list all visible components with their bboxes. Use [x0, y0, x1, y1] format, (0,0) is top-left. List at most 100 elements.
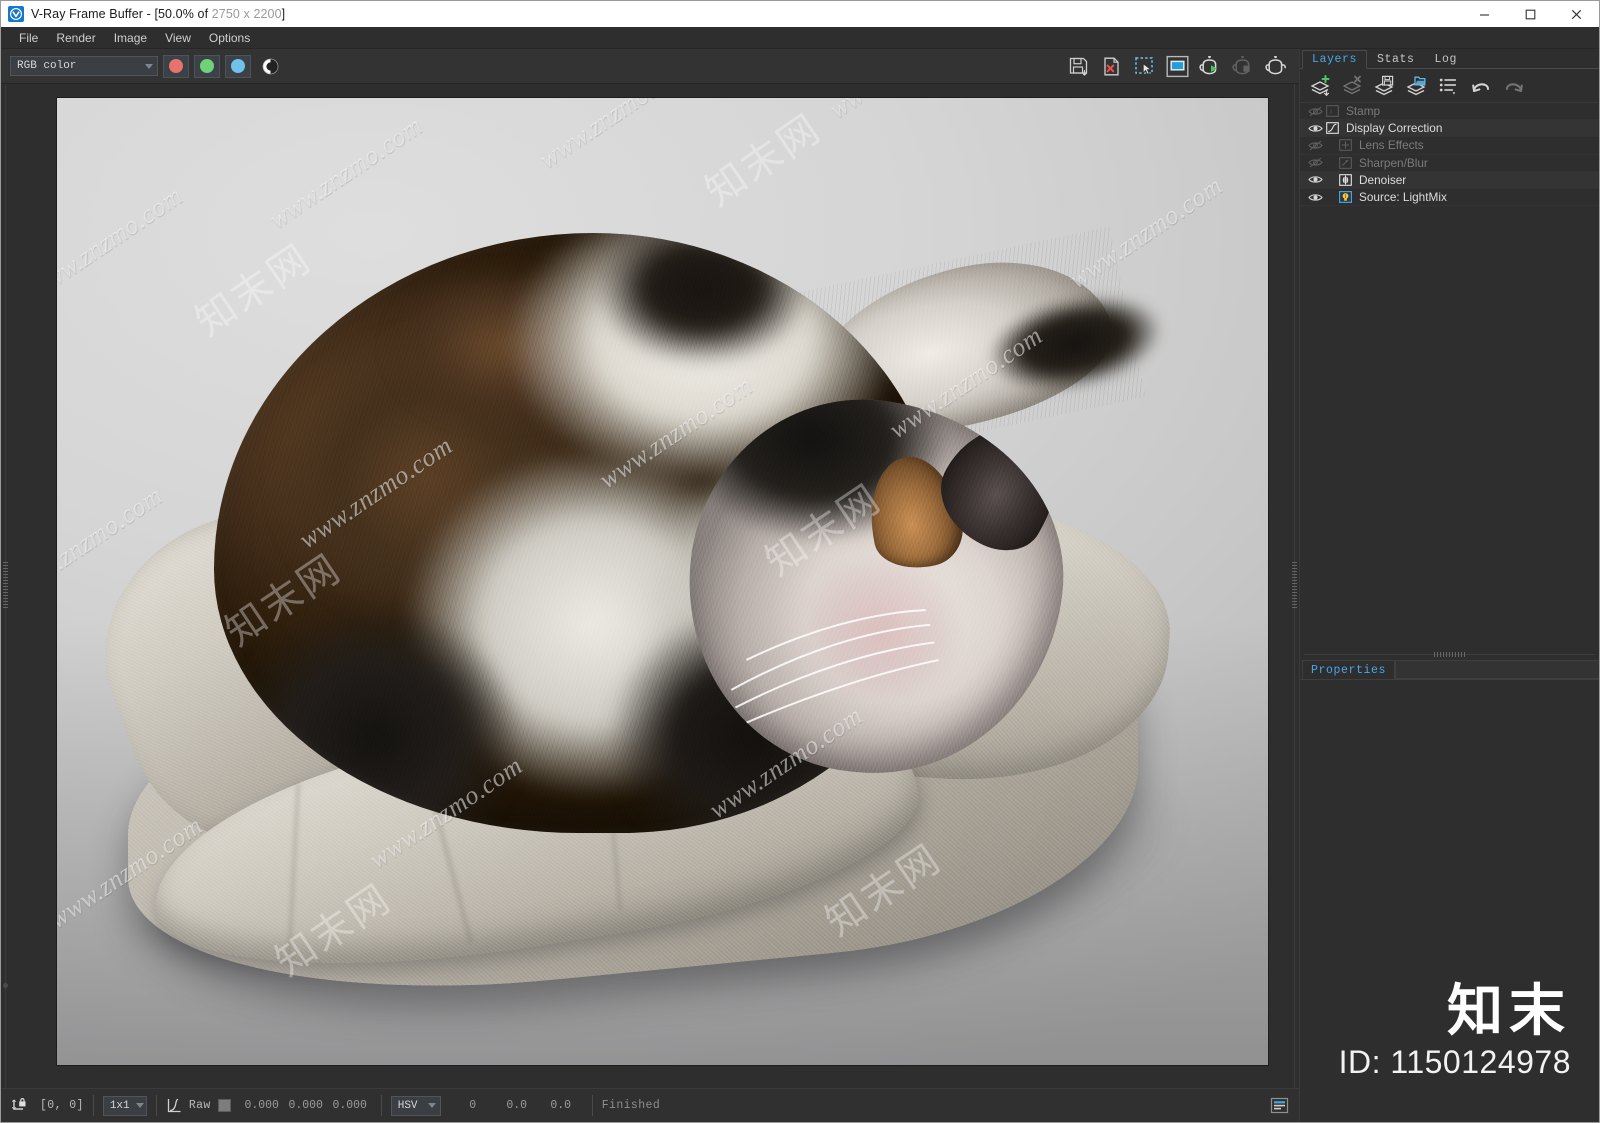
layer-delete-icon [1342, 75, 1361, 94]
color-value-r: 0.000 [244, 1099, 279, 1112]
delete-layer-button[interactable] [1338, 72, 1368, 99]
visibility-toggle-off-icon[interactable] [1305, 140, 1325, 151]
window-title-suffix: ] [281, 7, 286, 21]
green-channel-button[interactable] [194, 54, 220, 78]
svg-text:i: i [1330, 107, 1332, 116]
red-channel-button[interactable] [163, 54, 189, 78]
panel-horizontal-splitter[interactable] [1300, 648, 1599, 661]
layer-lens-effects[interactable]: Lens Effects [1300, 137, 1599, 155]
tab-stats[interactable]: Stats [1367, 50, 1425, 68]
sample-size-value: 1x1 [109, 1099, 130, 1112]
layer-display-correction[interactable]: Display Correction [1300, 120, 1599, 138]
rendered-image[interactable]: www.znzmo.com www.znzmo.com www.znzmo.co… [57, 98, 1268, 1065]
properties-tab-filler [1395, 660, 1599, 680]
sample-size-select[interactable]: 1x1 [102, 1095, 147, 1116]
left-splitter[interactable] [1, 84, 10, 1088]
layer-denoiser[interactable]: Denoiser [1300, 171, 1599, 189]
undo-arrow-icon [1471, 82, 1489, 92]
title-bar: V-Ray Frame Buffer - [50.0% of 2750 x 22… [1, 1, 1599, 27]
render-viewport[interactable]: www.znzmo.com www.znzmo.com www.znzmo.co… [10, 84, 1290, 1088]
cursor-coordinates: [0, 0] [40, 1099, 84, 1112]
hsv-value-s: 0.0 [506, 1099, 528, 1112]
picked-color-swatch[interactable] [217, 1099, 231, 1112]
properties-tabs: Properties [1300, 660, 1599, 680]
splitter-grip[interactable] [1433, 651, 1466, 657]
color-space-value: HSV [397, 1099, 418, 1112]
fur-texture [670, 382, 1081, 792]
right-splitter[interactable] [1290, 84, 1299, 1088]
left-splitter-grip[interactable] [3, 562, 8, 610]
tab-layers[interactable]: Layers [1302, 50, 1368, 69]
status-divider [591, 1095, 593, 1116]
menu-image[interactable]: Image [105, 29, 156, 47]
denoiser-icon [1338, 173, 1353, 186]
stop-render-button[interactable] [1228, 52, 1258, 80]
right-splitter-grip[interactable] [1292, 562, 1297, 610]
close-button[interactable] [1553, 1, 1599, 27]
menu-options[interactable]: Options [200, 29, 259, 47]
menu-view[interactable]: View [156, 29, 200, 47]
status-divider [380, 1095, 382, 1116]
layer-sharpen-blur[interactable]: Sharpen/Blur [1300, 155, 1599, 172]
visibility-toggle-on-icon[interactable] [1305, 174, 1325, 185]
render-region-button[interactable] [1162, 52, 1192, 80]
add-layer-button[interactable] [1306, 72, 1336, 99]
minimize-button[interactable] [1461, 1, 1507, 27]
save-image-button[interactable] [1063, 52, 1093, 80]
clear-image-button[interactable] [1096, 52, 1126, 80]
layer-list-empty-space[interactable] [1300, 206, 1599, 649]
tab-log[interactable]: Log [1425, 50, 1468, 68]
visibility-toggle-on-icon[interactable] [1305, 192, 1325, 203]
right-panel: Layers Stats Log i Stamp Display Correct… [1299, 49, 1599, 1122]
teapot-stop-icon [1232, 55, 1250, 74]
visibility-toggle-off-icon[interactable] [1305, 106, 1325, 117]
marquee-select-icon [1134, 56, 1153, 75]
layer-add-icon [1310, 74, 1329, 96]
menu-file[interactable]: File [10, 29, 47, 47]
cat-subject [214, 226, 1171, 833]
layer-source-lightmix[interactable]: Source: LightMix [1300, 189, 1599, 207]
render-region-icon [1166, 55, 1189, 77]
window-title-zoom: [50.0% of [154, 7, 212, 21]
clear-image-icon [1103, 57, 1119, 75]
monochrome-toggle-icon [262, 58, 278, 74]
menu-render[interactable]: Render [47, 29, 104, 47]
chevron-down-icon [145, 63, 153, 69]
save-icon [1069, 57, 1087, 76]
monochrome-toggle-button[interactable] [259, 55, 281, 78]
render-status-message: Finished [601, 1099, 661, 1112]
window-title: V-Ray Frame Buffer - [50.0% of 2750 x 22… [31, 7, 285, 21]
curve-icon [1325, 122, 1340, 135]
layer-name: Denoiser [1359, 172, 1407, 187]
pixel-lock-icon[interactable] [11, 1097, 28, 1114]
layer-stamp[interactable]: i Stamp [1300, 103, 1599, 121]
undo-button[interactable] [1466, 72, 1496, 99]
hsv-value-h: 0 [469, 1099, 477, 1112]
redo-button[interactable] [1498, 72, 1528, 99]
left-splitter-knob[interactable] [3, 983, 8, 988]
render-last-button[interactable] [1261, 52, 1291, 80]
visibility-toggle-off-icon[interactable] [1305, 157, 1325, 168]
properties-body[interactable] [1300, 679, 1599, 1122]
region-select-button[interactable] [1129, 52, 1159, 80]
visibility-toggle-on-icon[interactable] [1305, 123, 1325, 134]
cat-head [670, 382, 1081, 792]
log-panel-icon[interactable] [1270, 1097, 1289, 1114]
color-curve-icon[interactable] [166, 1097, 183, 1114]
lightmix-bulb-icon [1338, 191, 1353, 204]
layer-menu-button[interactable] [1434, 72, 1464, 99]
tab-properties[interactable]: Properties [1302, 660, 1396, 680]
load-layers-button[interactable] [1402, 72, 1432, 99]
color-value-b: 0.000 [332, 1099, 367, 1112]
sharpen-icon [1338, 156, 1353, 169]
layer-save-icon [1374, 75, 1393, 95]
save-layers-button[interactable] [1370, 72, 1400, 99]
maximize-button[interactable] [1507, 1, 1553, 27]
layer-open-icon [1406, 76, 1425, 95]
blue-channel-button[interactable] [225, 54, 251, 78]
color-space-select[interactable]: HSV [390, 1095, 441, 1116]
start-render-button[interactable] [1195, 52, 1225, 80]
layer-list[interactable]: i Stamp Display Correction Lens Effects … [1300, 102, 1599, 207]
teapot-icon [1265, 55, 1286, 74]
channel-select[interactable]: RGB color [10, 56, 158, 76]
